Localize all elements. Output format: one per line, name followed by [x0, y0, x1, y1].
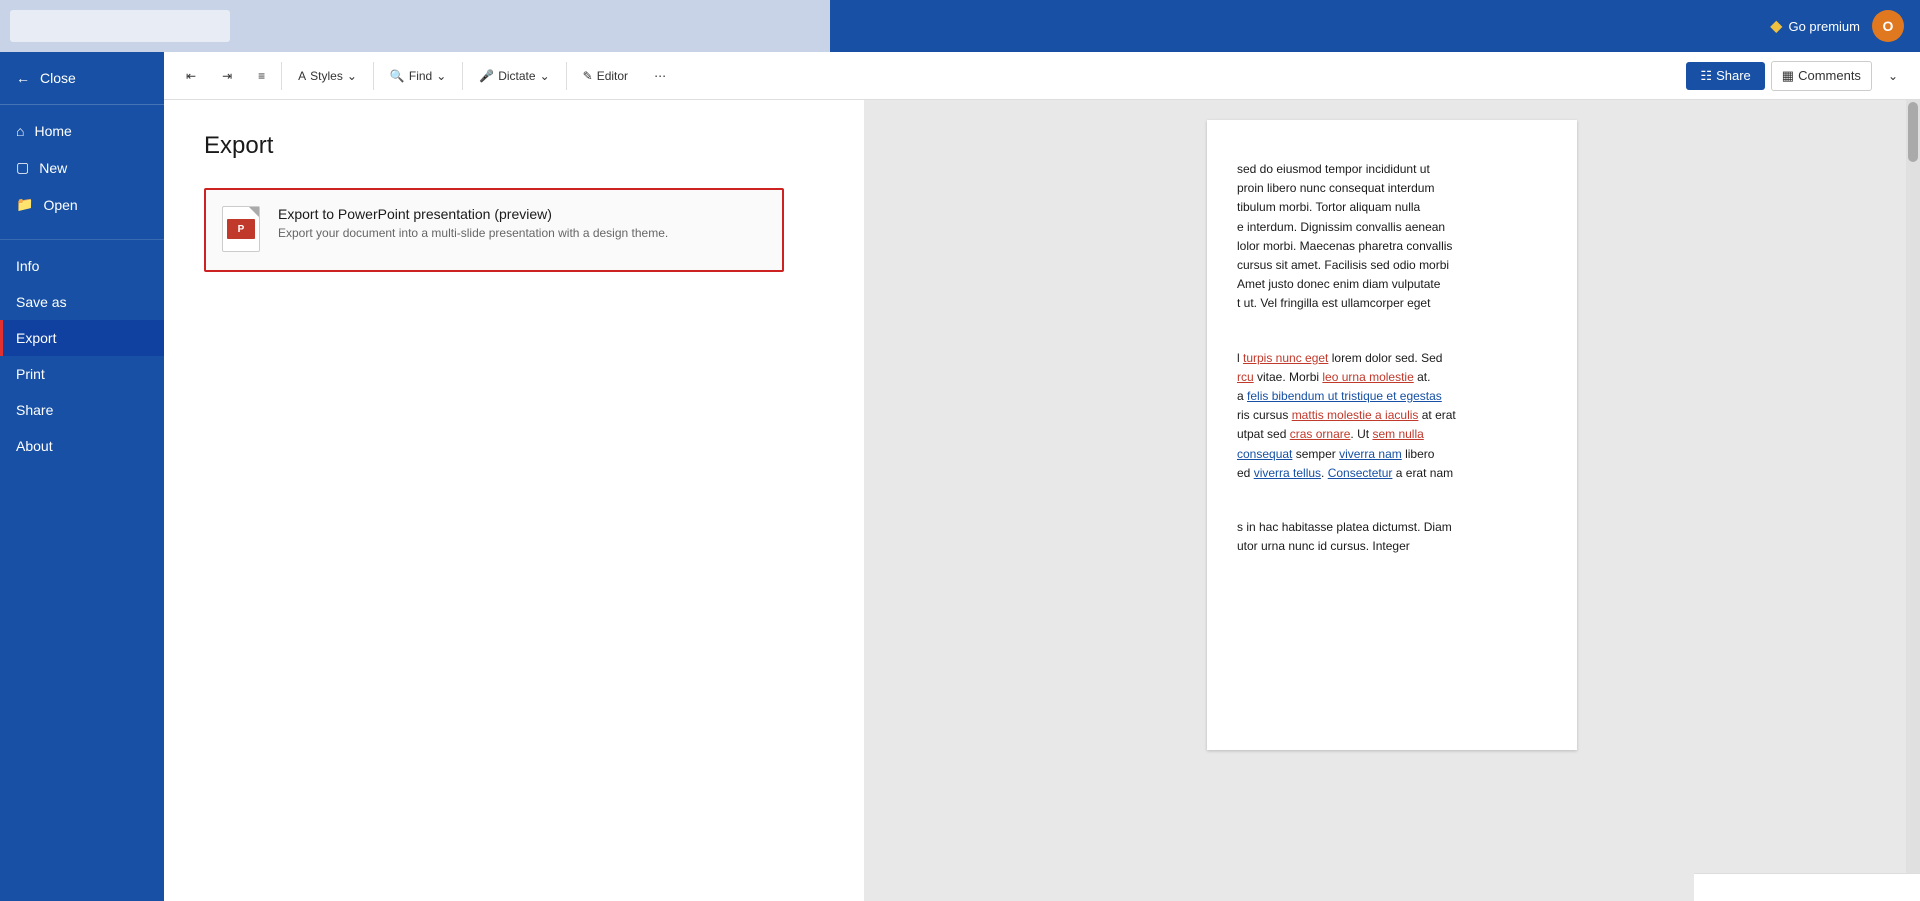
dictate-button[interactable]: 🎤 Dictate ⌄: [469, 63, 559, 89]
doc-paragraph-3: s in hac habitasse platea dictumst. Diam…: [1237, 518, 1547, 556]
dictate-chevron: ⌄: [540, 69, 550, 83]
sidebar-nav: ⌂ Home ▢ New 📁 Open: [0, 105, 164, 231]
find-button[interactable]: 🔍 Find ⌄: [380, 63, 456, 89]
sidebar: ← Close ⌂ Home ▢ New 📁 Open Info: [0, 52, 164, 901]
document-scroll[interactable]: sed do eiusmod tempor incididunt ut proi…: [864, 100, 1920, 901]
mic-icon: 🎤: [479, 69, 494, 83]
home-icon: ⌂: [16, 123, 24, 139]
sidebar-item-save-as[interactable]: Save as: [0, 284, 164, 320]
comment-icon: ▦: [1782, 68, 1794, 84]
indent-button[interactable]: ⇥: [212, 63, 242, 89]
paragraph-align-button[interactable]: ≡: [248, 63, 275, 89]
share-label: Share: [1716, 68, 1751, 83]
avatar[interactable]: O: [1872, 10, 1904, 42]
ribbon-separator-1: [281, 62, 282, 90]
export-option-text: Export to PowerPoint presentation (previ…: [278, 206, 766, 240]
ribbon-separator-4: [566, 62, 567, 90]
editor-label: Editor: [597, 69, 628, 83]
share-icon: ☷: [1700, 68, 1712, 84]
document-area: sed do eiusmod tempor incididunt ut proi…: [864, 100, 1920, 901]
ribbon-bar: ⇤ ⇥ ≡ A Styles ⌄ 🔍 Find ⌄ 🎤 Di: [164, 52, 1920, 100]
find-label: Find: [409, 69, 432, 83]
go-premium-label: Go premium: [1788, 19, 1860, 34]
scrollbar-thumb: [1908, 102, 1918, 162]
sidebar-top: ← Close: [0, 52, 164, 105]
styles-chevron: ⌄: [347, 69, 357, 83]
collapse-ribbon-button[interactable]: ⌄: [1878, 63, 1908, 89]
find-chevron: ⌄: [436, 69, 446, 83]
more-button[interactable]: ⋯: [644, 63, 676, 89]
diamond-icon: ◆: [1770, 16, 1782, 36]
go-premium-button[interactable]: ◆ Go premium: [1770, 16, 1860, 36]
sidebar-item-about[interactable]: About: [0, 428, 164, 464]
outdent-button[interactable]: ⇤: [176, 63, 206, 89]
top-bar: ◆ Go premium O: [0, 0, 1920, 52]
status-bar: − 100% + Give Feedback to Microsoft: [1694, 873, 1920, 901]
sidebar-item-share[interactable]: Share: [0, 392, 164, 428]
search-bar[interactable]: [10, 10, 230, 42]
export-option-desc: Export your document into a multi-slide …: [278, 226, 766, 240]
ppt-icon-label: P: [227, 219, 255, 239]
sidebar-item-new[interactable]: ▢ New: [0, 149, 164, 186]
dictate-label: Dictate: [498, 69, 535, 83]
close-label: Close: [40, 70, 76, 86]
ppt-icon: P: [222, 206, 262, 254]
ribbon-separator-2: [373, 62, 374, 90]
open-icon: 📁: [16, 196, 33, 213]
new-icon: ▢: [16, 159, 29, 176]
title-bar-left: [0, 0, 830, 52]
doc-paragraph-1: sed do eiusmod tempor incididunt ut proi…: [1237, 160, 1547, 314]
sidebar-item-open[interactable]: 📁 Open: [0, 186, 164, 223]
new-label: New: [39, 160, 67, 176]
doc-paragraph-2: l turpis nunc eget lorem dolor sed. Sed …: [1237, 349, 1547, 483]
search-icon: 🔍: [390, 69, 405, 83]
sidebar-divider: [0, 239, 164, 240]
sidebar-item-export[interactable]: Export: [0, 320, 164, 356]
editor-button[interactable]: ✎ Editor: [573, 63, 638, 89]
sidebar-item-home[interactable]: ⌂ Home: [0, 113, 164, 149]
styles-icon: A: [298, 69, 306, 83]
comments-label: Comments: [1798, 68, 1861, 83]
ribbon-separator-3: [462, 62, 463, 90]
styles-label: Styles: [310, 69, 343, 83]
export-option-title: Export to PowerPoint presentation (previ…: [278, 206, 766, 222]
home-label: Home: [34, 123, 71, 139]
vertical-scrollbar[interactable]: [1906, 100, 1920, 901]
export-title: Export: [204, 132, 824, 160]
comments-button[interactable]: ▦ Comments: [1771, 61, 1872, 91]
pen-icon: ✎: [583, 69, 593, 83]
document-page: sed do eiusmod tempor incididunt ut proi…: [1207, 120, 1577, 750]
styles-button[interactable]: A Styles ⌄: [288, 63, 367, 89]
open-label: Open: [43, 197, 77, 213]
export-option-ppt[interactable]: P Export to PowerPoint presentation (pre…: [204, 188, 784, 272]
share-button[interactable]: ☷ Share: [1686, 62, 1764, 90]
back-icon: ←: [16, 70, 30, 86]
export-panel: Export P Export to PowerPoint presentati…: [164, 100, 864, 901]
right-panel: ⇤ ⇥ ≡ A Styles ⌄ 🔍 Find ⌄ 🎤 Di: [164, 52, 1920, 901]
sidebar-item-info[interactable]: Info: [0, 248, 164, 284]
main-content: Export P Export to PowerPoint presentati…: [164, 100, 1920, 901]
close-button[interactable]: ← Close: [12, 62, 152, 94]
sidebar-item-print[interactable]: Print: [0, 356, 164, 392]
